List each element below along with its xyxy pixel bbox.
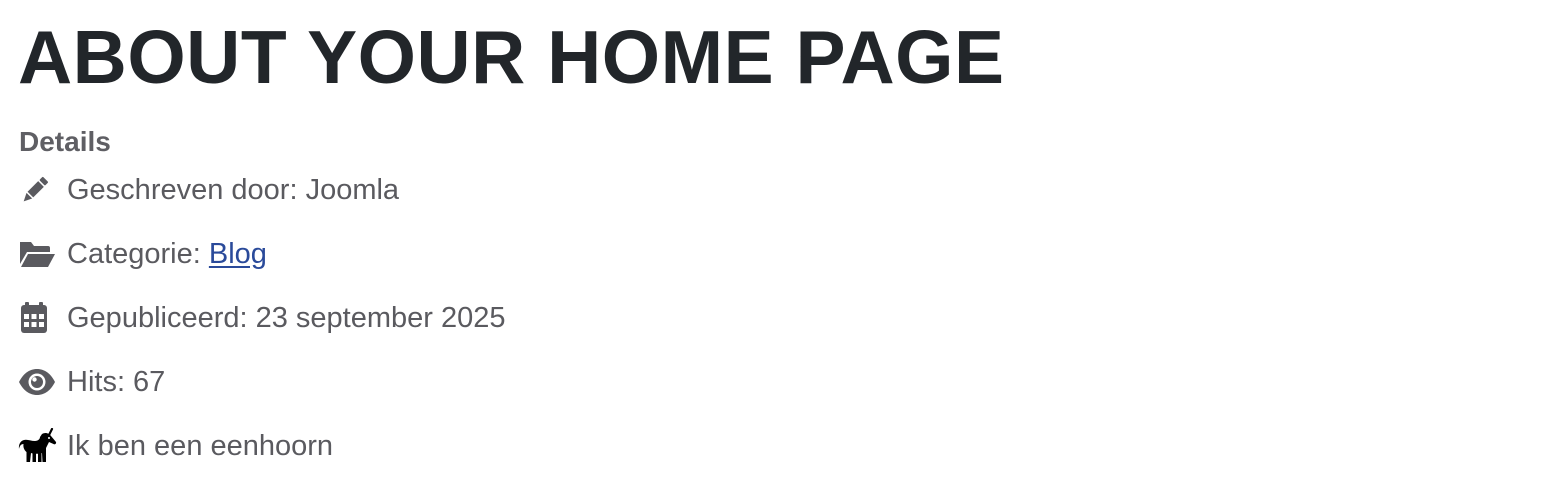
author-label: Geschreven door: Joomla (67, 174, 400, 206)
unicorn-label: Ik ben een eenhoorn (67, 430, 334, 462)
hits-label: Hits: 67 (67, 366, 166, 398)
detail-author: Geschreven door: Joomla (18, 170, 399, 210)
pencil-icon (18, 170, 58, 210)
page-title: ABOUT YOUR HOME PAGE (18, 15, 1005, 99)
detail-published: Gepubliceerd: 23 september 2025 (18, 298, 506, 338)
folder-open-icon (18, 234, 58, 274)
unicorn-icon (18, 426, 58, 466)
category-prefix: Categorie: (67, 238, 201, 270)
detail-category: Categorie: Blog (18, 234, 267, 274)
eye-icon (18, 362, 58, 402)
category-link[interactable]: Blog (209, 238, 267, 270)
detail-unicorn: Ik ben een eenhoorn (18, 426, 333, 466)
calendar-icon (18, 298, 58, 338)
published-label: Gepubliceerd: 23 september 2025 (67, 302, 506, 334)
detail-hits: Hits: 67 (18, 362, 165, 402)
details-heading: Details (19, 126, 111, 157)
